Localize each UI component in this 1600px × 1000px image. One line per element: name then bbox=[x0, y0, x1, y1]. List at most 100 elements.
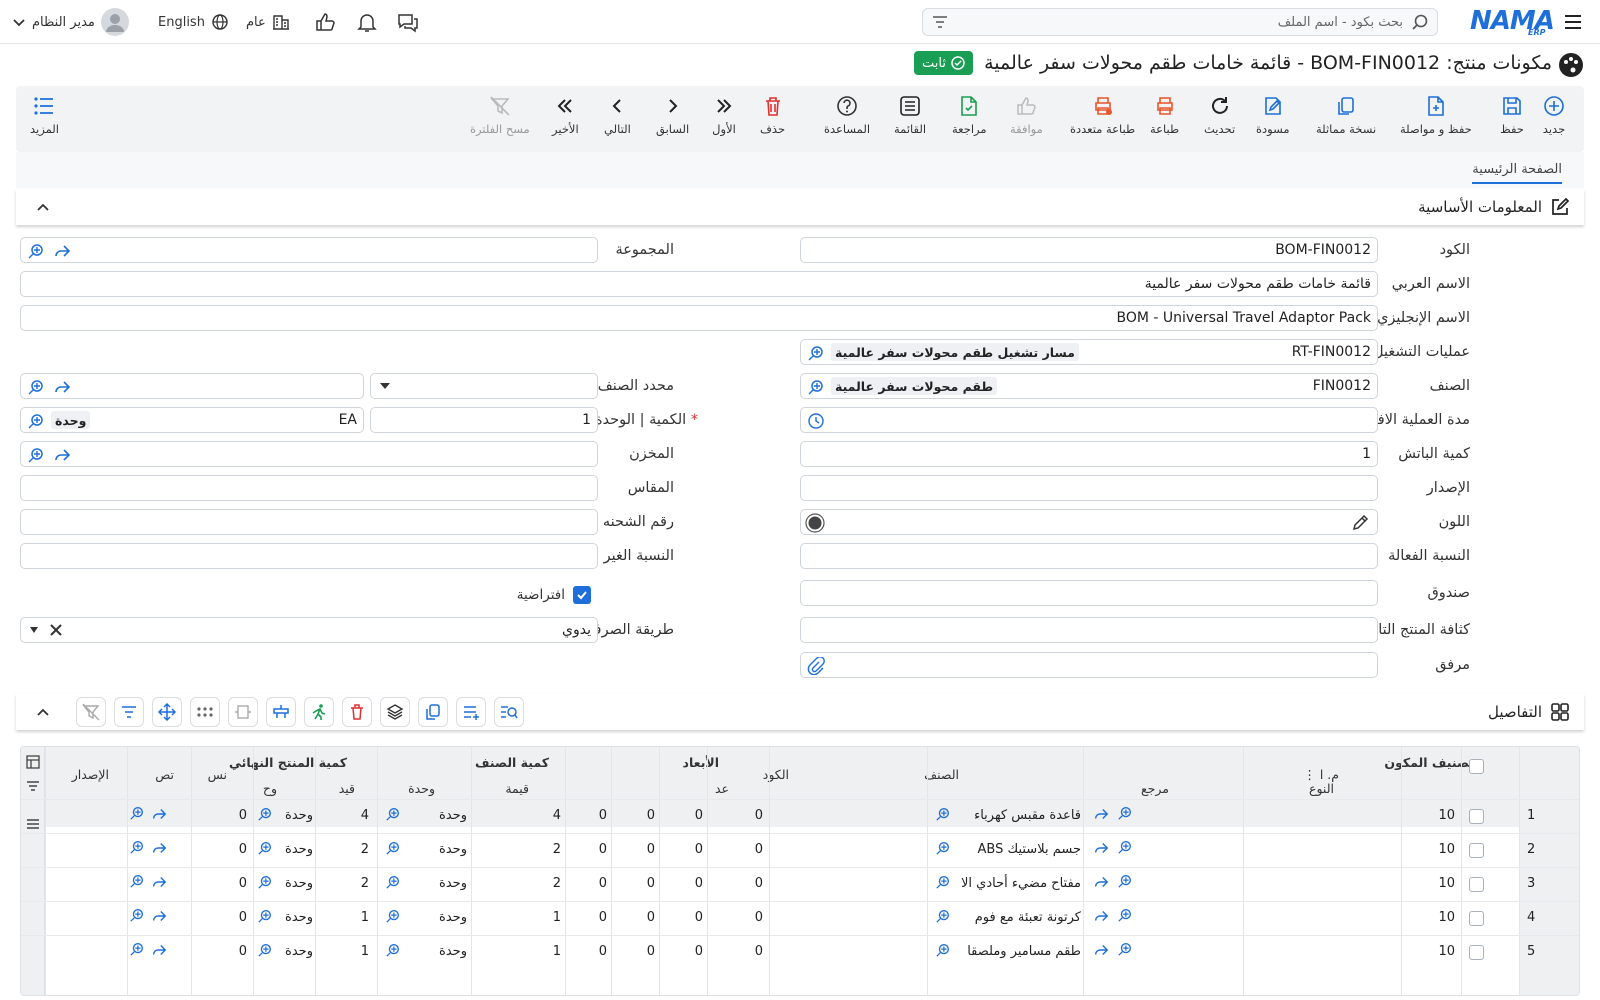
next-button[interactable]: التالي bbox=[604, 94, 631, 146]
table-row[interactable]: 1 10 قاعدة مقبس كهرباء 0 0 0 0 4 وحدة 4 وحدة 0 bbox=[21, 799, 1579, 833]
delete-row-button[interactable] bbox=[342, 697, 372, 727]
share-icon[interactable] bbox=[1093, 908, 1109, 924]
duplicate-button[interactable]: نسخة مماثلة bbox=[1316, 94, 1376, 146]
item-qty-unit-cell[interactable]: وحدة bbox=[439, 876, 467, 891]
table-row[interactable]: 5 10 طقم مسامير وملصقا 0 0 0 0 1 وحدة 1 وحدة 0 bbox=[21, 935, 1579, 969]
dimension-cell[interactable]: 0 bbox=[599, 808, 607, 823]
search-plus-icon[interactable] bbox=[385, 908, 401, 924]
close-icon[interactable] bbox=[49, 623, 63, 637]
operations-field[interactable]: RT-FIN0012 مسار تشغيل طقم محولات سفر عال… bbox=[800, 339, 1378, 365]
final-unit-cell[interactable]: وحدة bbox=[271, 808, 313, 823]
final-unit-cell[interactable]: وحدة bbox=[271, 876, 313, 891]
search-plus-icon[interactable] bbox=[27, 242, 45, 260]
language-selector[interactable]: English bbox=[158, 0, 229, 44]
qty-field[interactable]: 1 bbox=[370, 407, 598, 433]
code-header[interactable]: الكود bbox=[763, 767, 789, 782]
final-entry-cell[interactable]: 4 bbox=[361, 808, 369, 823]
search-plus-icon[interactable] bbox=[1117, 839, 1133, 855]
item-qty-unit-cell[interactable]: وحدة bbox=[439, 944, 467, 959]
search-plus-icon[interactable] bbox=[27, 378, 45, 396]
user-menu[interactable]: مدير النظام bbox=[12, 0, 129, 44]
unit-header[interactable]: وحدة bbox=[408, 781, 435, 796]
batch-qty-field[interactable]: 1 bbox=[800, 441, 1378, 467]
dimension-count-cell[interactable]: 0 bbox=[755, 944, 763, 959]
multi-print-button[interactable]: طباعة متعددة bbox=[1070, 94, 1135, 146]
dimension-cell[interactable]: 0 bbox=[695, 944, 703, 959]
previous-button[interactable]: السابق bbox=[656, 94, 689, 146]
paperclip-icon[interactable] bbox=[807, 657, 825, 675]
search-plus-icon[interactable] bbox=[129, 839, 145, 855]
arabic-name-field[interactable]: قائمة خامات طقم محولات سفر عالمية bbox=[20, 271, 1378, 297]
table-row[interactable]: 2 10 جسم بلاستيك ABS 0 0 0 0 2 وحدة 2 وحدة 0 bbox=[21, 833, 1579, 867]
dimension-count-cell[interactable]: 0 bbox=[755, 910, 763, 925]
item-qty-value-cell[interactable]: 4 bbox=[553, 808, 561, 823]
seq-cell[interactable]: 10 bbox=[1438, 842, 1455, 857]
search-plus-icon[interactable] bbox=[935, 806, 951, 822]
item-specifier-select[interactable] bbox=[370, 373, 598, 399]
code-field[interactable]: BOM-FIN0012 bbox=[800, 237, 1378, 263]
effective-ratio-field[interactable] bbox=[800, 543, 1378, 569]
search-plus-icon[interactable] bbox=[27, 412, 45, 430]
version-field[interactable] bbox=[800, 475, 1378, 501]
final-unit-cell[interactable]: وحدة bbox=[271, 910, 313, 925]
share-icon[interactable] bbox=[1093, 874, 1109, 890]
lot-field[interactable] bbox=[20, 509, 598, 535]
draft-button[interactable]: مسودة bbox=[1256, 94, 1290, 146]
chevron-up-icon[interactable] bbox=[36, 201, 50, 215]
dimension-cell[interactable]: 0 bbox=[647, 944, 655, 959]
issue-method-field[interactable]: يدوي bbox=[20, 617, 598, 643]
share-icon[interactable] bbox=[53, 446, 71, 464]
search-plus-icon[interactable] bbox=[1117, 805, 1133, 821]
print-button[interactable]: طباعة bbox=[1150, 94, 1179, 146]
box-field[interactable] bbox=[800, 580, 1378, 606]
branch-selector[interactable]: عام bbox=[246, 0, 290, 44]
search-plus-icon[interactable] bbox=[129, 805, 145, 821]
ratio-cell[interactable]: 0 bbox=[239, 910, 247, 925]
row-checkbox[interactable] bbox=[1469, 809, 1484, 824]
group-field[interactable] bbox=[20, 237, 598, 263]
caret-down-icon[interactable] bbox=[29, 626, 39, 634]
item-qty-unit-cell[interactable]: وحدة bbox=[439, 842, 467, 857]
dimension-cell[interactable]: 0 bbox=[599, 910, 607, 925]
search-plus-icon[interactable] bbox=[935, 908, 951, 924]
search-plus-icon[interactable] bbox=[1117, 941, 1133, 957]
class-short-header[interactable]: تص bbox=[155, 767, 174, 782]
save-button[interactable]: حفظ bbox=[1500, 94, 1524, 146]
delete-button[interactable]: حذف bbox=[760, 94, 785, 146]
thumbs-up-icon[interactable] bbox=[314, 0, 336, 44]
entry-header[interactable]: قيد bbox=[339, 781, 355, 796]
clear-filter-button[interactable]: مسح الفلترة bbox=[470, 94, 530, 146]
final-entry-cell[interactable]: 2 bbox=[361, 876, 369, 891]
seq-cell[interactable]: 10 bbox=[1438, 808, 1455, 823]
help-button[interactable]: المساعدة bbox=[824, 94, 870, 146]
item-qty-unit-cell[interactable]: وحدة bbox=[439, 910, 467, 925]
table-row[interactable]: 3 10 مفتاح مضيء أحادي الا 0 0 0 0 2 وحدة 2 وحدة 0 bbox=[21, 867, 1579, 901]
seq-cell[interactable]: 10 bbox=[1438, 944, 1455, 959]
item-cell[interactable]: طقم مسامير وملصقا bbox=[967, 944, 1081, 959]
item-field[interactable]: FIN0012 طقم محولات سفر عالمية bbox=[800, 373, 1378, 399]
type-header[interactable]: النوع bbox=[1309, 781, 1334, 796]
share-icon[interactable] bbox=[1093, 942, 1109, 958]
fit-columns-button[interactable] bbox=[228, 697, 258, 727]
dimension-cell[interactable]: 0 bbox=[647, 910, 655, 925]
item-cell[interactable]: قاعدة مقبس كهرباء bbox=[974, 808, 1081, 823]
dimension-cell[interactable]: 0 bbox=[599, 944, 607, 959]
item-cell[interactable]: جسم بلاستيك ABS bbox=[978, 842, 1081, 857]
more-button[interactable]: المزيد bbox=[30, 94, 59, 146]
refresh-button[interactable]: تحديث bbox=[1204, 94, 1235, 146]
eyedropper-icon[interactable] bbox=[1351, 514, 1369, 532]
search-plus-icon[interactable] bbox=[385, 874, 401, 890]
ratio-cell[interactable]: 0 bbox=[239, 944, 247, 959]
search-lines-button[interactable] bbox=[494, 697, 524, 727]
dimension-cell[interactable]: 0 bbox=[695, 842, 703, 857]
review-button[interactable]: مراجعة bbox=[952, 94, 987, 146]
search-plus-icon[interactable] bbox=[129, 873, 145, 889]
row-checkbox[interactable] bbox=[1469, 877, 1484, 892]
new-button[interactable]: جديد bbox=[1542, 94, 1566, 146]
dimension-count-cell[interactable]: 0 bbox=[755, 808, 763, 823]
save-continue-button[interactable]: حفظ و مواصلة bbox=[1400, 94, 1472, 146]
item-qty-unit-cell[interactable]: وحدة bbox=[439, 808, 467, 823]
search-plus-icon[interactable] bbox=[385, 806, 401, 822]
search-plus-icon[interactable] bbox=[27, 446, 45, 464]
final-entry-cell[interactable]: 1 bbox=[361, 944, 369, 959]
